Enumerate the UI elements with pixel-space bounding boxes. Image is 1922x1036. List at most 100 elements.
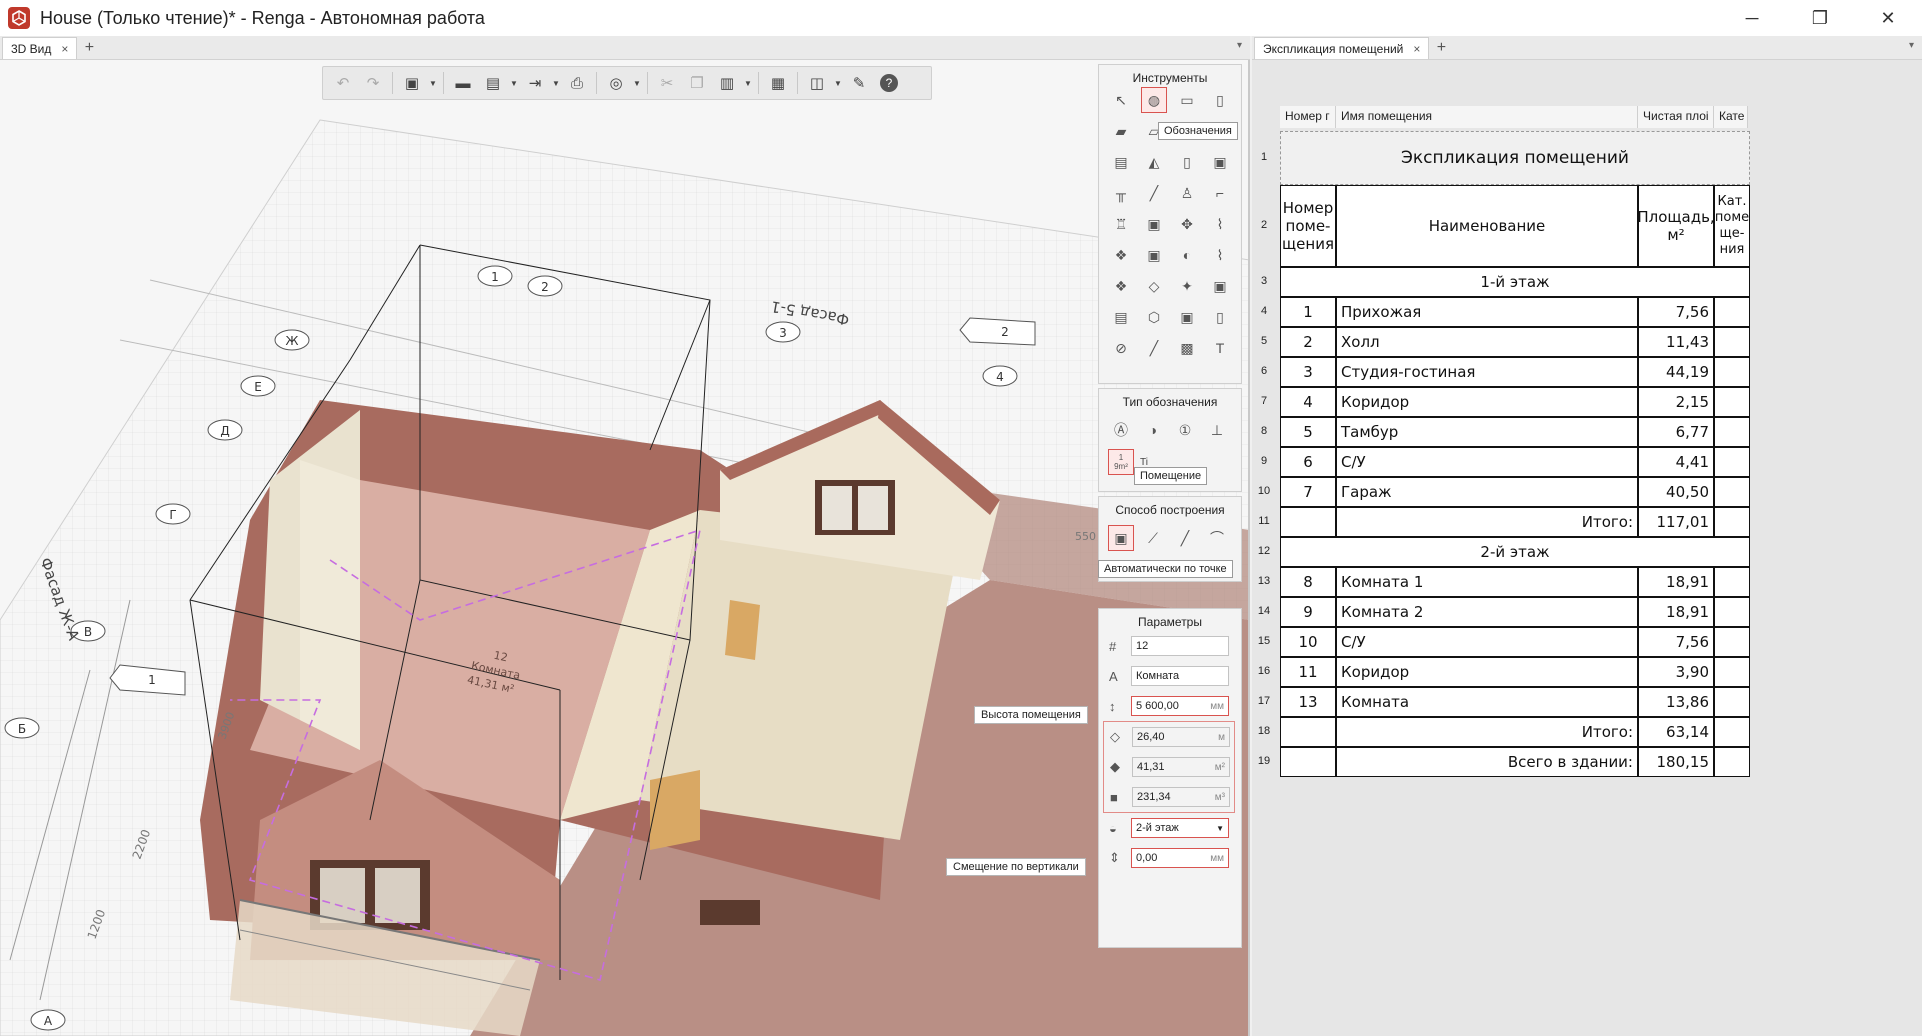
- window-icon[interactable]: ▣: [1207, 149, 1233, 175]
- pane-menu-caret-icon[interactable]: ▾: [1909, 40, 1914, 51]
- device-icon[interactable]: ▣: [1174, 304, 1200, 330]
- pipe-icon[interactable]: ⌐: [1207, 180, 1233, 206]
- row-number[interactable]: 4: [1252, 305, 1276, 317]
- element-icon[interactable]: ⬡: [1141, 304, 1167, 330]
- row-number[interactable]: 7: [1252, 395, 1276, 407]
- add-tab-button[interactable]: +: [1429, 37, 1453, 59]
- room-area-cell[interactable]: 40,50: [1638, 477, 1714, 507]
- level-select[interactable]: 2-й этаж ▼: [1131, 818, 1229, 838]
- orbit-caret-icon[interactable]: ▼: [632, 79, 642, 88]
- room-name-cell[interactable]: Коридор: [1336, 657, 1638, 687]
- room-number-input[interactable]: 12: [1131, 636, 1229, 656]
- open-icon[interactable]: ▬: [449, 70, 477, 96]
- views-caret-icon[interactable]: ▼: [428, 79, 438, 88]
- row-number[interactable]: 8: [1252, 425, 1276, 437]
- room-area-cell[interactable]: 18,91: [1638, 567, 1714, 597]
- row-number[interactable]: 13: [1252, 575, 1276, 587]
- auto-point-icon[interactable]: ▣: [1108, 525, 1134, 551]
- subtotal-2-label[interactable]: Итого:: [1336, 717, 1638, 747]
- room-category-cell[interactable]: [1714, 387, 1750, 417]
- views-icon[interactable]: ▣: [398, 70, 426, 96]
- row-number[interactable]: 2: [1252, 219, 1276, 231]
- row-number[interactable]: 15: [1252, 635, 1276, 647]
- save-icon[interactable]: ▤: [479, 70, 507, 96]
- room-area-cell[interactable]: 18,91: [1638, 597, 1714, 627]
- section-marker-icon[interactable]: ◑: [1140, 417, 1166, 443]
- tab-close-icon[interactable]: ×: [1413, 42, 1420, 56]
- room-number-cell[interactable]: 8: [1280, 567, 1336, 597]
- room-category-cell[interactable]: [1714, 297, 1750, 327]
- electrical-icon[interactable]: ❖: [1108, 242, 1134, 268]
- column-header-number[interactable]: Номер г: [1280, 106, 1336, 128]
- row-number[interactable]: 3: [1252, 275, 1276, 287]
- pane-menu-caret-icon[interactable]: ▾: [1237, 40, 1242, 51]
- room-name-cell[interactable]: Тамбур: [1336, 417, 1638, 447]
- room-number-cell[interactable]: 9: [1280, 597, 1336, 627]
- room-number-cell[interactable]: 6: [1280, 447, 1336, 477]
- room-category-cell[interactable]: [1714, 447, 1750, 477]
- room-number-cell[interactable]: 3: [1280, 357, 1336, 387]
- floor-2-header[interactable]: 2-й этаж: [1280, 537, 1750, 567]
- door-icon[interactable]: ▯: [1174, 149, 1200, 175]
- select-icon[interactable]: ↖: [1108, 87, 1134, 113]
- text-icon[interactable]: T: [1207, 335, 1233, 361]
- room-number-cell[interactable]: 1: [1280, 297, 1336, 327]
- help-icon[interactable]: ?: [875, 70, 903, 96]
- schedule-title[interactable]: Экспликация помещений: [1280, 131, 1750, 185]
- polyline-icon[interactable]: ⟋: [1140, 525, 1166, 551]
- total-value[interactable]: 180,15: [1638, 747, 1714, 777]
- room-name-input[interactable]: Комната: [1131, 666, 1229, 686]
- subtotal-1-value[interactable]: 117,01: [1638, 507, 1714, 537]
- sheet-icon[interactable]: ▦: [764, 70, 792, 96]
- duct-icon[interactable]: ⌇: [1207, 211, 1233, 237]
- room-height-input[interactable]: 5 600,00 мм: [1131, 696, 1229, 716]
- panel-icon[interactable]: ▤: [1108, 304, 1134, 330]
- subtotal-empty-cell[interactable]: [1280, 507, 1336, 537]
- room-area-cell[interactable]: 11,43: [1638, 327, 1714, 357]
- room-number-cell[interactable]: 2: [1280, 327, 1336, 357]
- room-area-cell[interactable]: 7,56: [1638, 627, 1714, 657]
- maximize-button[interactable]: ❐: [1786, 0, 1854, 36]
- tab-3d-view[interactable]: 3D Вид ×: [2, 37, 78, 59]
- line-tool-icon[interactable]: ╱: [1141, 180, 1167, 206]
- room-category-cell[interactable]: [1714, 657, 1750, 687]
- subtotal-1-label[interactable]: Итого:: [1336, 507, 1638, 537]
- print-icon[interactable]: ⎙: [563, 70, 591, 96]
- room-name-cell[interactable]: Студия-гостиная: [1336, 357, 1638, 387]
- paste-caret-icon[interactable]: ▼: [743, 79, 753, 88]
- level-icon[interactable]: ╱: [1141, 335, 1167, 361]
- header-number[interactable]: Номер поме- щения: [1280, 185, 1336, 267]
- room-number-cell[interactable]: 5: [1280, 417, 1336, 447]
- room-category-cell[interactable]: [1714, 597, 1750, 627]
- socket-icon[interactable]: ⌇: [1207, 242, 1233, 268]
- subtotal-empty-cell[interactable]: [1280, 717, 1336, 747]
- wall-icon[interactable]: ▭: [1174, 87, 1200, 113]
- assembly-icon[interactable]: ❖: [1108, 273, 1134, 299]
- orbit-icon[interactable]: ◎: [602, 70, 630, 96]
- header-area[interactable]: Площадь, м²: [1638, 185, 1714, 267]
- export-caret-icon[interactable]: ▼: [551, 79, 561, 88]
- cut-icon[interactable]: ✂: [653, 70, 681, 96]
- subtotal-category-cell[interactable]: [1714, 717, 1750, 747]
- fan-icon[interactable]: ✥: [1174, 211, 1200, 237]
- room-number-cell[interactable]: 4: [1280, 387, 1336, 417]
- lamp-icon[interactable]: ▣: [1141, 242, 1167, 268]
- row-number[interactable]: 14: [1252, 605, 1276, 617]
- valve-icon[interactable]: ▣: [1141, 211, 1167, 237]
- row-number[interactable]: 9: [1252, 455, 1276, 467]
- column-header-name[interactable]: Имя помещения: [1336, 106, 1638, 128]
- paste-icon[interactable]: ▥: [713, 70, 741, 96]
- layers-caret-icon[interactable]: ▼: [833, 79, 843, 88]
- header-category[interactable]: Кат. поме ще- ния: [1714, 185, 1750, 267]
- room-category-cell[interactable]: [1714, 327, 1750, 357]
- elevation-marker-icon[interactable]: ⊥: [1204, 417, 1230, 443]
- layers-icon[interactable]: ◫: [803, 70, 831, 96]
- room-name-cell[interactable]: Комната 2: [1336, 597, 1638, 627]
- room-name-cell[interactable]: Коридор: [1336, 387, 1638, 417]
- level-marker-icon[interactable]: ①: [1172, 417, 1198, 443]
- row-number[interactable]: 17: [1252, 695, 1276, 707]
- header-name[interactable]: Наименование: [1336, 185, 1638, 267]
- switch-icon[interactable]: ◐: [1174, 242, 1200, 268]
- plumbing-icon[interactable]: ♖: [1108, 211, 1134, 237]
- room-area-cell[interactable]: 6,77: [1638, 417, 1714, 447]
